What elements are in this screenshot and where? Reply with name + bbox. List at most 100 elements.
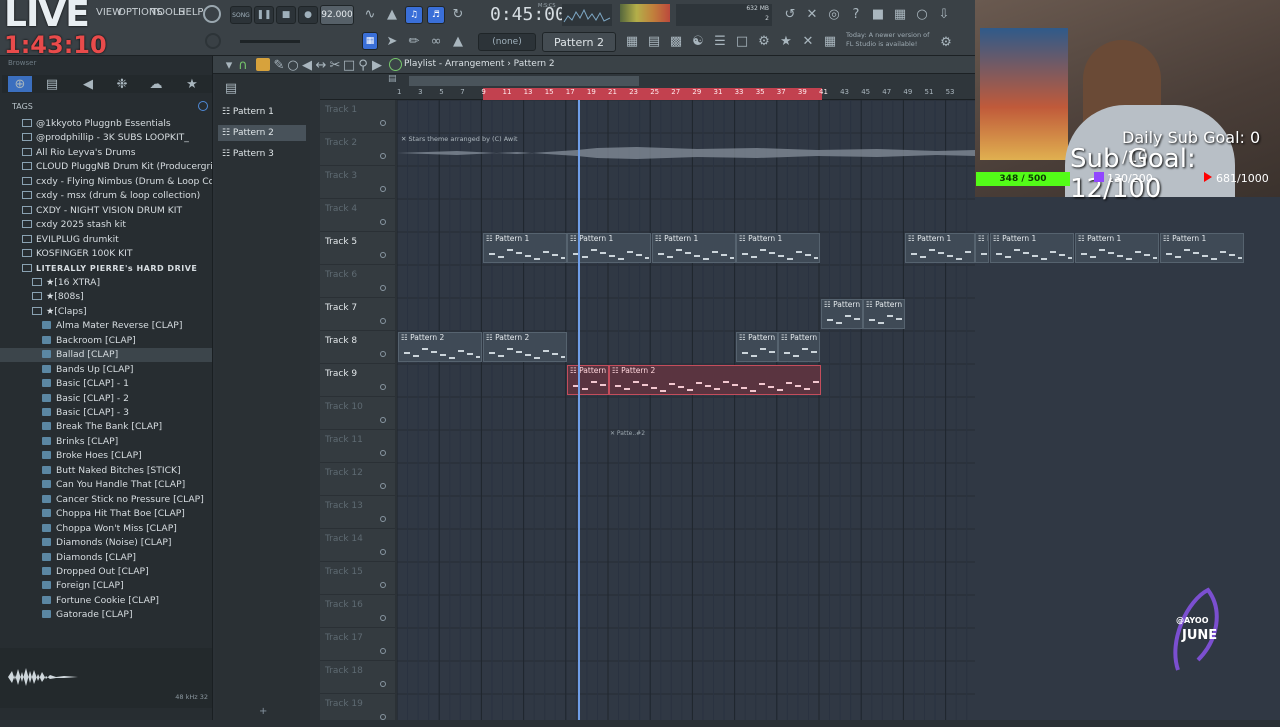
browser-item[interactable]: Gatorade [CLAP] xyxy=(0,608,212,622)
track-mute-led[interactable] xyxy=(380,153,386,159)
settings-gear-icon[interactable]: ⚙ xyxy=(938,34,954,50)
playback-tool-icon[interactable]: ▶ xyxy=(369,57,385,73)
undo-icon[interactable]: ↺ xyxy=(782,6,798,22)
track-header[interactable]: Track 1 xyxy=(320,100,395,133)
link-icon[interactable]: ∞ xyxy=(428,33,444,49)
browser-item[interactable]: Can You Handle That [CLAP] xyxy=(0,478,212,492)
browser-item[interactable]: ★[16 XTRA] xyxy=(0,276,212,290)
picker-pattern-3[interactable]: ☷ Pattern 3 xyxy=(218,146,306,162)
track-header[interactable]: Track 16 xyxy=(320,595,395,628)
typing-keyboard-button[interactable]: ♬ xyxy=(427,6,445,24)
browser-item[interactable]: Basic [CLAP] - 3 xyxy=(0,406,212,420)
track-header[interactable]: Track 14 xyxy=(320,529,395,562)
touch-keyboard-icon[interactable]: ▦ xyxy=(822,33,838,49)
track-header[interactable]: Track 19 xyxy=(320,694,395,727)
playlist-grid[interactable]: ✕ Stars theme arranged by (C) Awit ☷ Pat… xyxy=(397,100,975,720)
pattern-clip[interactable]: ☷ Pattern 2 xyxy=(609,365,821,395)
browser-item[interactable]: @prodphillip - 3K SUBS LOOPKIT_ xyxy=(0,131,212,145)
add-pattern-icon[interactable]: + xyxy=(259,706,267,717)
pattern-clip[interactable]: ☷ Pattern 1 xyxy=(483,233,568,263)
track-mute-led[interactable] xyxy=(380,582,386,588)
browser-item[interactable]: Choppa Hit That Boe [CLAP] xyxy=(0,507,212,521)
track-mute-led[interactable] xyxy=(380,516,386,522)
playlist-play-icon[interactable] xyxy=(389,58,402,71)
pattern-clip[interactable]: ☷ Pattern 2 xyxy=(398,332,483,362)
master-pitch-knob[interactable] xyxy=(205,33,221,49)
pattern-clip[interactable]: ☷ Pattern 1 xyxy=(905,233,975,263)
track-mute-led[interactable] xyxy=(380,615,386,621)
browser-item[interactable]: Broke Hoes [CLAP] xyxy=(0,449,212,463)
track-header[interactable]: Track 7 xyxy=(320,298,395,331)
browser-item[interactable]: Bands Up [CLAP] xyxy=(0,363,212,377)
track-header[interactable]: Track 12 xyxy=(320,463,395,496)
playlist-pattern-icon[interactable]: ▤ xyxy=(388,74,397,84)
picker-pattern-2[interactable]: ☷ Pattern 2 xyxy=(218,125,306,141)
piano-roll-icon[interactable]: ▤ xyxy=(646,33,662,49)
browser-item[interactable]: cxdy - msx (drum & loop collection) xyxy=(0,189,212,203)
pattern-clip[interactable]: ☷ Pattern 3 xyxy=(821,299,863,329)
browser-item[interactable]: KOSFINGER 100K KIT xyxy=(0,247,212,261)
browser-favorite-icon[interactable]: ★ xyxy=(184,76,200,92)
browser-item[interactable]: @1kkyoto Pluggnb Essentials xyxy=(0,117,212,131)
mic-icon[interactable]: ◎ xyxy=(826,6,842,22)
browser-item[interactable]: Foreign [CLAP] xyxy=(0,579,212,593)
pattern-clip[interactable]: ☷ Pattern 2 xyxy=(567,365,609,395)
picker-pattern-icon[interactable]: ▤ xyxy=(223,80,239,96)
track-header[interactable]: Track 6 xyxy=(320,265,395,298)
main-volume-knob[interactable] xyxy=(203,5,221,23)
pattern-clip[interactable]: ☷ Pattern 3 xyxy=(863,299,905,329)
edison-icon[interactable]: ★ xyxy=(778,33,794,49)
browser-starred-icon[interactable]: ❉ xyxy=(114,76,130,92)
track-mute-led[interactable] xyxy=(380,120,386,126)
browser-item[interactable]: Diamonds (Noise) [CLAP] xyxy=(0,536,212,550)
browser-files-icon[interactable]: ▤ xyxy=(44,76,60,92)
browser-item[interactable]: CLOUD PluggNB Drum Kit (Producergrind) xyxy=(0,160,212,174)
pattern-select[interactable]: Pattern 2 xyxy=(542,32,616,52)
pattern-clip[interactable]: ☷ Pattern 2 xyxy=(483,332,568,362)
track-header[interactable]: Track 3 xyxy=(320,166,395,199)
pattern-clip[interactable]: ☷ Pattern 1 xyxy=(652,233,737,263)
track-mute-led[interactable] xyxy=(380,714,386,720)
track-mute-led[interactable] xyxy=(380,681,386,687)
track-mute-led[interactable] xyxy=(380,549,386,555)
tempo-display[interactable]: 92.000 xyxy=(320,5,354,25)
browser-item[interactable]: Butt Naked Bitches [STICK] xyxy=(0,464,212,478)
browser-item[interactable]: Choppa Won't Miss [CLAP] xyxy=(0,522,212,536)
browser-item[interactable]: Basic [CLAP] - 2 xyxy=(0,392,212,406)
draw-tool-icon[interactable] xyxy=(256,58,270,71)
arrow-right-icon[interactable]: ➤ xyxy=(384,33,400,49)
help-icon[interactable]: ? xyxy=(848,6,864,22)
track-mute-led[interactable] xyxy=(380,285,386,291)
track-header[interactable]: Track 10 xyxy=(320,397,395,430)
track-mute-led[interactable] xyxy=(380,417,386,423)
track-header[interactable]: Track 18 xyxy=(320,661,395,694)
plugin-picker-icon[interactable]: ⚙ xyxy=(756,33,772,49)
metronome-icon[interactable]: ▲ xyxy=(384,6,400,22)
plugin-icon[interactable]: ▦ xyxy=(892,6,908,22)
browser-item[interactable]: Backroom [CLAP] xyxy=(0,334,212,348)
track-mute-led[interactable] xyxy=(380,219,386,225)
timeline-ruler[interactable]: ▤ 1 3 5 7 9 11 13 15 17 19 21 23 25 27 29 31 33 35 37 39 41 4… xyxy=(320,74,975,100)
track-header[interactable]: Track 9 xyxy=(320,364,395,397)
mixer-icon[interactable]: ▩ xyxy=(668,33,684,49)
chat-icon[interactable]: ○ xyxy=(914,6,930,22)
browser-cloud-icon[interactable]: ☁ xyxy=(148,76,164,92)
track-mute-led[interactable] xyxy=(380,648,386,654)
stop-button[interactable]: ■ xyxy=(276,6,296,24)
magnet-icon[interactable]: ∩ xyxy=(235,57,251,73)
track-mute-led[interactable] xyxy=(380,384,386,390)
track-mute-led[interactable] xyxy=(380,318,386,324)
track-header[interactable]: Track 17 xyxy=(320,628,395,661)
playlist-button[interactable]: ▦ xyxy=(362,32,378,50)
pattern-clip[interactable]: ☷ Pattern 1 xyxy=(736,233,821,263)
step-edit-button[interactable]: ♫ xyxy=(405,6,423,24)
pattern-clip[interactable]: ☷ Pattern 1 xyxy=(990,233,1075,263)
close-icon[interactable]: ✕ xyxy=(804,6,820,22)
browser-item[interactable]: Alma Mater Reverse [CLAP] xyxy=(0,319,212,333)
browser-item[interactable]: Fortune Cookie [CLAP] xyxy=(0,594,212,608)
picker-pattern-1[interactable]: ☷ Pattern 1 xyxy=(218,104,306,120)
browser-search-icon[interactable] xyxy=(198,101,208,111)
pattern-clip[interactable]: ☷ Pattern 2 xyxy=(778,332,820,362)
browser-item[interactable]: Brinks [CLAP] xyxy=(0,435,212,449)
browser-all-icon[interactable]: ⊕ xyxy=(8,76,32,92)
